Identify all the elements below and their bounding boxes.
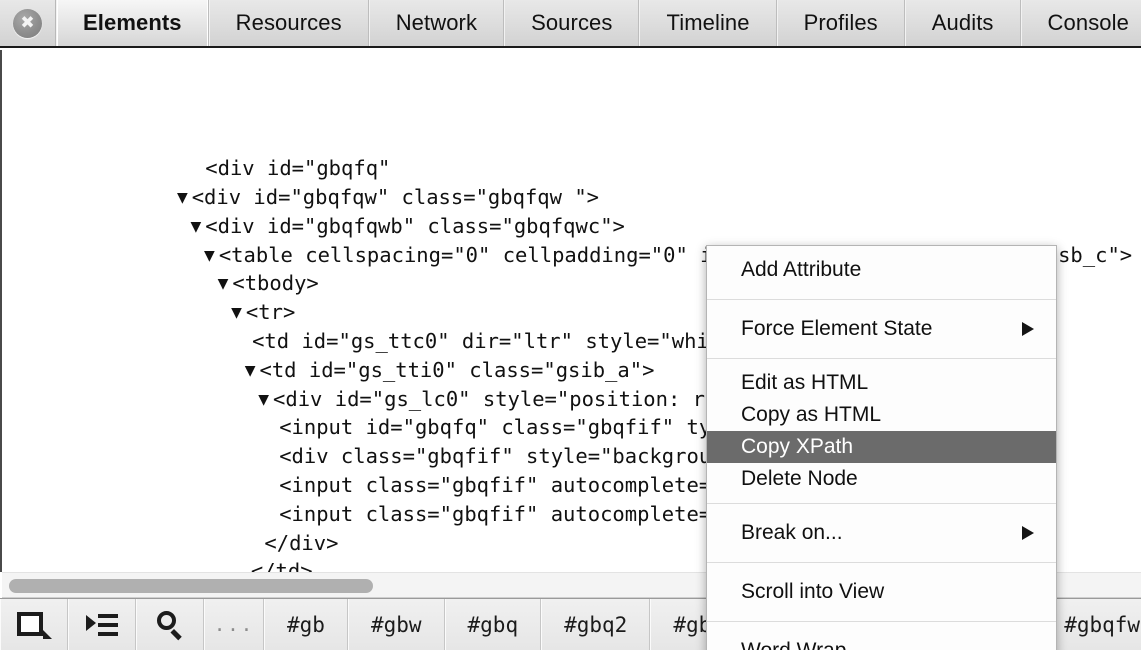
devtools-tabbar: ✖ Elements Resources Network Sources Timelin… [0, 0, 1141, 48]
dock-toggle-button[interactable] [68, 599, 136, 650]
dom-tree-node[interactable]: ▼ <div id="gbqfqwb" class="gbqfqwc"> [2, 212, 1141, 241]
submenu-arrow-icon [1022, 526, 1034, 540]
dom-tree-node-markup: <div id="gbqfq" [205, 156, 391, 181]
menu-separator [707, 562, 1056, 563]
menu-item-add-attribute[interactable]: Add Attribute [707, 249, 1056, 291]
menu-item-label: Word Wrap [741, 639, 846, 650]
menu-group: Edit as HTML Copy as HTML Copy XPath Delete… [707, 364, 1056, 498]
horizontal-scrollbar-thumb[interactable] [9, 579, 374, 593]
menu-group: Scroll into View [707, 568, 1056, 616]
tab-timeline[interactable]: Timeline [639, 0, 777, 46]
tab-sources[interactable]: Sources [504, 0, 640, 46]
dom-tree-node-markup: <tr> [245, 300, 296, 325]
tab-network[interactable]: Network [368, 0, 505, 46]
menu-group: Force Element State [707, 305, 1056, 353]
breadcrumb-item[interactable]: #gbw [347, 599, 445, 650]
menu-item-label: Break on... [741, 521, 843, 544]
dock-to-right-icon [86, 612, 118, 638]
menu-group: Word Wrap [707, 627, 1056, 650]
menu-item-copy-xpath[interactable]: Copy XPath [707, 431, 1056, 463]
close-icon: ✖ [13, 8, 42, 38]
tab-console[interactable]: Console [1020, 0, 1141, 46]
expand-triangle-down-icon[interactable]: ▼ [231, 305, 242, 321]
menu-item-word-wrap[interactable]: Word Wrap [707, 630, 1056, 650]
tab-resources[interactable]: Resources [208, 0, 369, 46]
dom-tree-node[interactable]: <div id="gbqfq" [2, 154, 1141, 183]
menu-separator [707, 358, 1056, 359]
menu-item-label: Force Element State [741, 317, 933, 340]
expand-triangle-down-icon[interactable]: ▼ [177, 190, 188, 206]
menu-item-scroll-into-view[interactable]: Scroll into View [707, 571, 1056, 613]
menu-item-label: Delete Node [741, 467, 858, 490]
menu-group: Break on... [707, 509, 1056, 557]
dom-tree-node-markup: </td> [250, 559, 313, 572]
inspect-element-button[interactable] [0, 599, 68, 650]
expand-triangle-down-icon[interactable]: ▼ [218, 276, 229, 292]
search-icon [155, 610, 185, 640]
menu-group: Add Attribute [707, 246, 1056, 294]
menu-separator [707, 299, 1056, 300]
menu-item-label: Copy XPath [741, 435, 854, 458]
breadcrumb-item[interactable]: #gbq2 [541, 599, 651, 650]
expand-triangle-down-icon[interactable]: ▼ [190, 219, 201, 235]
expand-triangle-down-icon[interactable]: ▼ [258, 392, 269, 408]
menu-item-edit-as-html[interactable]: Edit as HTML [707, 367, 1056, 399]
dom-node-context-menu[interactable]: Add Attribute Force Element State Edit as … [706, 245, 1057, 650]
breadcrumb-item[interactable]: #gbq [444, 599, 542, 650]
dom-tree-node-markup: </div> [264, 530, 339, 555]
menu-item-delete-node[interactable]: Delete Node [707, 463, 1056, 495]
menu-item-label: Add Attribute [741, 258, 862, 281]
inspect-element-icon [17, 610, 52, 640]
dom-tree-node[interactable]: ▼ <div id="gbqfqw" class="gbqfqw "> [2, 183, 1141, 212]
expand-triangle-down-icon[interactable]: ▼ [204, 248, 215, 264]
dom-tree-node-markup: <td id="gs_tti0" class="gsib_a"> [259, 357, 655, 382]
dom-tree-node-markup: <div class="gbqfif" style="background"> [279, 444, 761, 469]
menu-separator [707, 621, 1056, 622]
dom-tree-node-markup: <div id="gbqfqwb" class="gbqfqwc"> [205, 213, 625, 238]
breadcrumb-item[interactable]: #gb [264, 599, 348, 650]
menu-item-force-element-state[interactable]: Force Element State [707, 308, 1056, 350]
tab-profiles[interactable]: Profiles [776, 0, 905, 46]
expand-triangle-down-icon[interactable]: ▼ [245, 363, 256, 379]
breadcrumb-overflow[interactable]: ... [204, 599, 264, 650]
menu-item-label: Edit as HTML [741, 371, 869, 394]
menu-item-label: Scroll into View [741, 580, 885, 603]
devtools-window: ✖ Elements Resources Network Sources Timelin… [0, 0, 1141, 650]
menu-separator [707, 503, 1056, 504]
dom-tree-node-markup: <div id="gbqfqw" class="gbqfqw "> [191, 184, 600, 209]
close-button[interactable]: ✖ [0, 0, 56, 46]
search-button[interactable] [136, 599, 204, 650]
menu-item-label: Copy as HTML [741, 403, 882, 426]
tab-elements[interactable]: Elements [56, 0, 209, 46]
submenu-arrow-icon [1022, 322, 1034, 336]
dom-tree-node-markup: <tbody> [232, 271, 319, 296]
tab-list: Elements Resources Network Sources Timeline P… [56, 0, 1141, 46]
tab-audits[interactable]: Audits [904, 0, 1021, 46]
menu-item-break-on[interactable]: Break on... [707, 512, 1056, 554]
menu-item-copy-as-html[interactable]: Copy as HTML [707, 399, 1056, 431]
